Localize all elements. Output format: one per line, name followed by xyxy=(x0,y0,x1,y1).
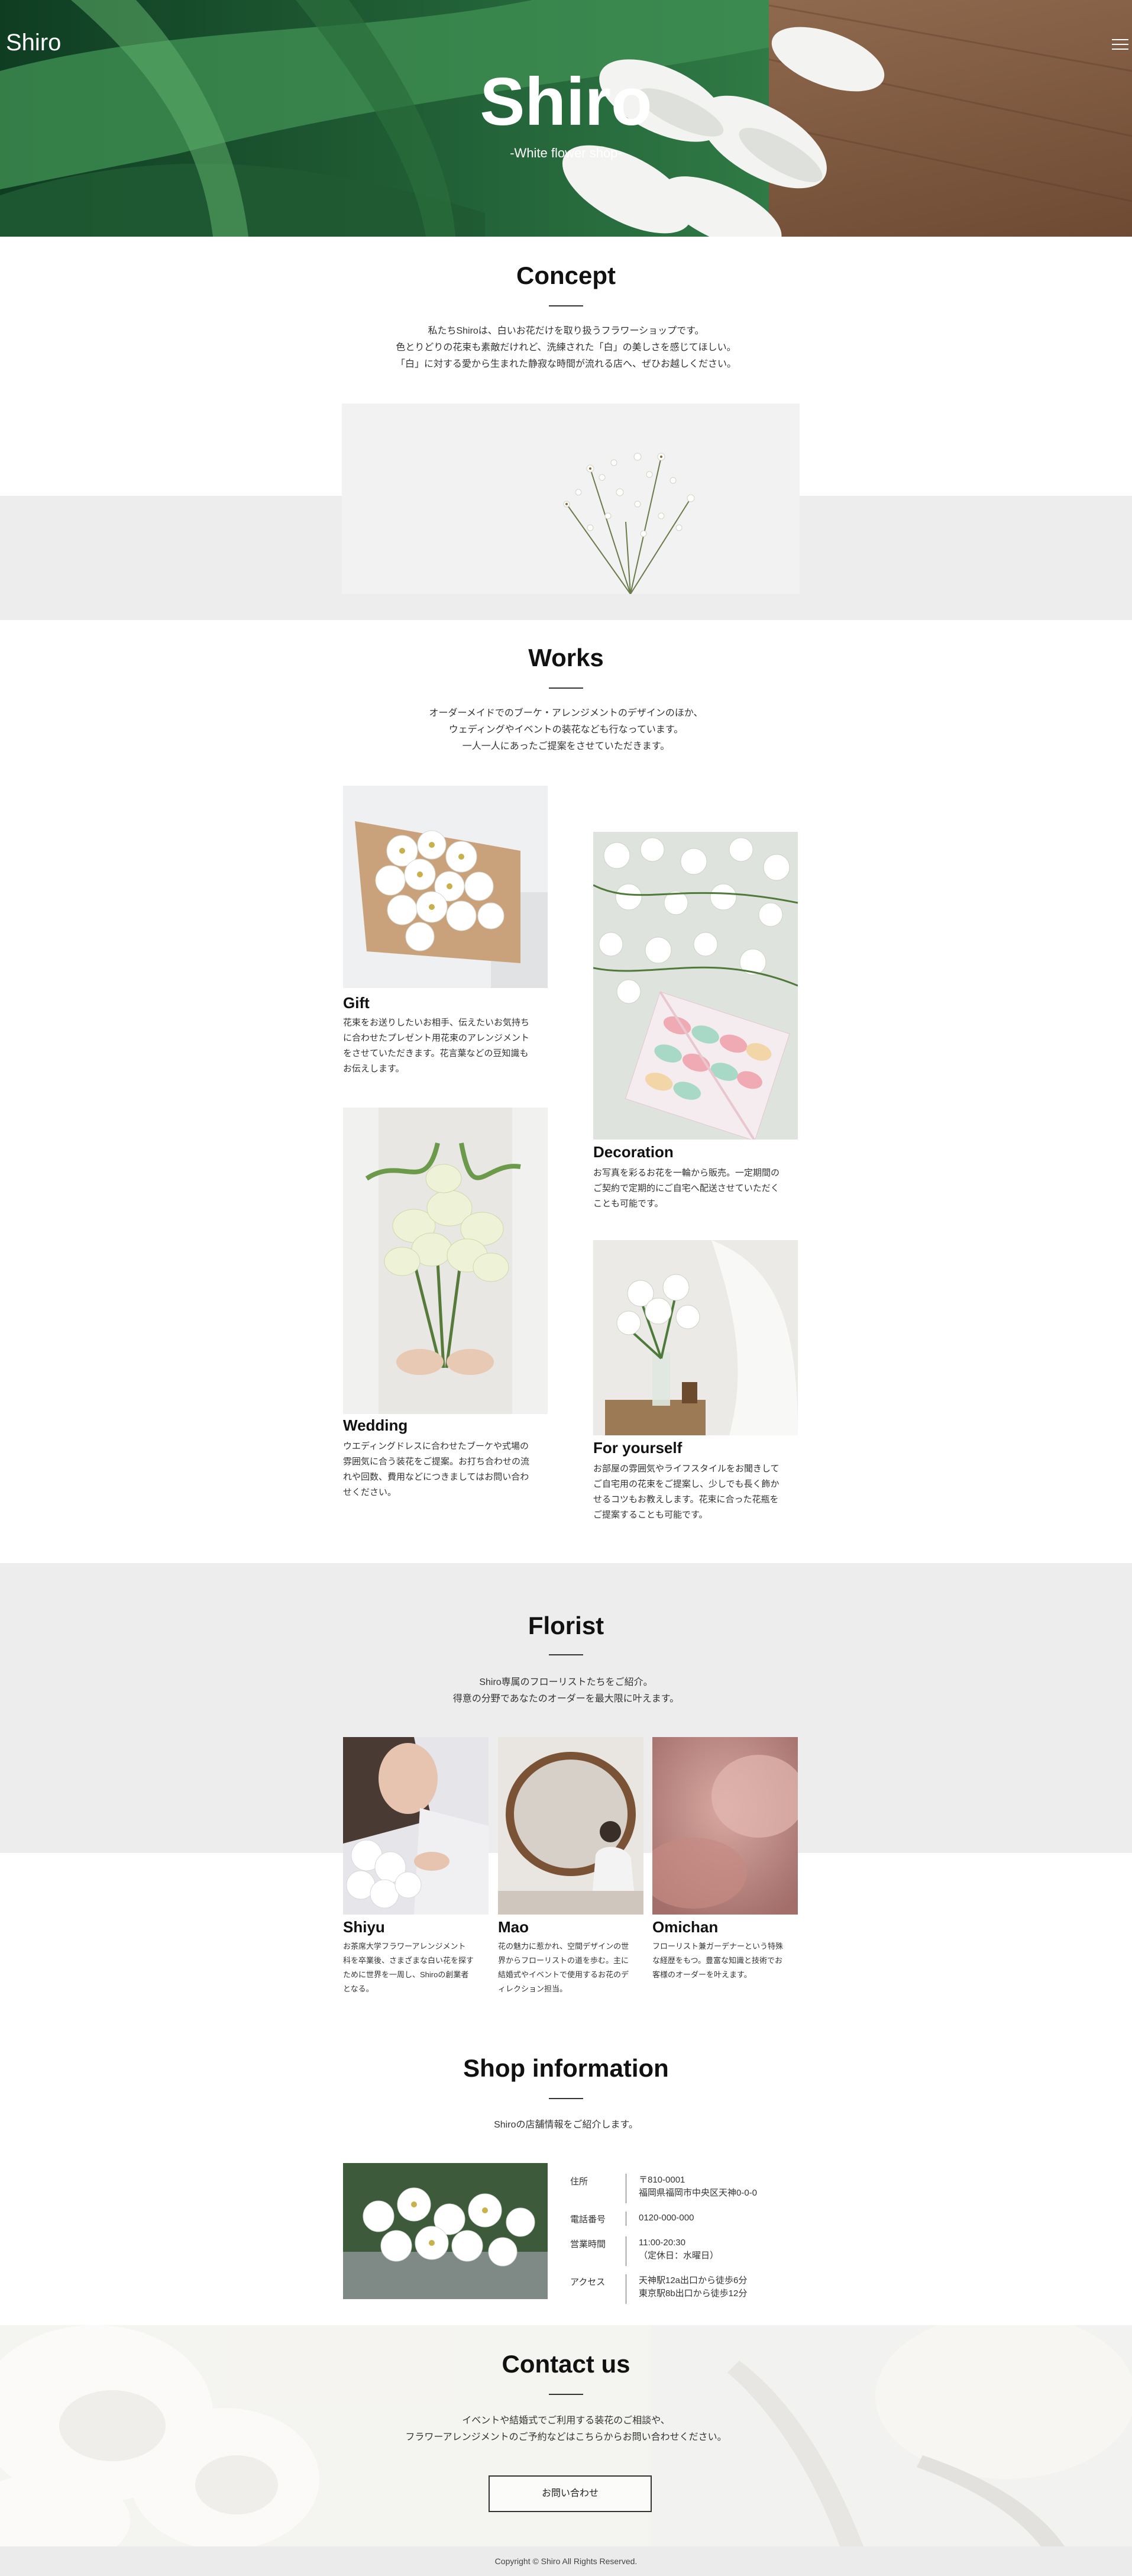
contact-divider xyxy=(549,2394,583,2395)
concept-line: 色とりどりの花束も素敵だけれど、洗練された「白」の美しさを感じてほしい。 xyxy=(396,343,736,353)
copyright-text: Copyright © Shiro All Rights Reserved. xyxy=(494,2556,638,2566)
works-line: ウェディングやイベントの装花なども行なっています。 xyxy=(448,725,684,735)
shop-intro: Shiroの店舗情報をご紹介します。 xyxy=(494,2120,638,2130)
footer: Copyright © Shiro All Rights Reserved. xyxy=(0,2546,1132,2576)
shop-title: Shop information xyxy=(463,2054,669,2082)
shop-image xyxy=(343,2163,548,2299)
florist-bio-line: 客様のオーダーを叶えます。 xyxy=(652,1970,752,1979)
work-title-wedding: Wedding xyxy=(343,1416,408,1434)
hero: Shiro Shiro -White flower shop- xyxy=(0,0,1132,237)
florist-bio-line: な経歴をもつ。豊富な知識と技術でお xyxy=(652,1956,782,1965)
info-value-line: 〒810-0001 xyxy=(639,2175,685,2185)
work-text-line: お写真を彩るお花を一輪から販売。一定期間の xyxy=(593,1168,780,1178)
info-value-line: （定休日：水曜日） xyxy=(639,2251,719,2261)
for-yourself-image xyxy=(593,1240,798,1435)
work-text-line: せるコツもお教えします。花束に合った花瓶を xyxy=(593,1494,779,1505)
info-label-phone: 電話番号 xyxy=(570,2215,606,2225)
work-text-line: ご提案することも可能です。 xyxy=(593,1510,708,1520)
work-text-line: れや回数、費用などにつきましてはお問い合わ xyxy=(343,1472,529,1482)
florist-bio-line: ために世界を一周し、Shiroの創業者 xyxy=(343,1970,469,1979)
info-value-line: 天神駅12a出口から徒歩6分 xyxy=(639,2275,748,2286)
work-text-decoration: お写真を彩るお花を一輪から販売。一定期間の ご契約で定期的にご自宅へ配送させてい… xyxy=(593,1166,780,1212)
contact-text: イベントや結婚式でご利用する装花のご相談や、 フラワーアレンジメントのご予約など… xyxy=(0,2413,1132,2446)
work-text-line: に合わせたプレゼント用花束のアレンジメント xyxy=(343,1033,530,1043)
works-line: 一人一人にあったご提案をさせていただきます。 xyxy=(462,741,670,751)
work-text-line: ウエディングドレスに合わせたブーケや式場の xyxy=(343,1441,529,1451)
florist-bio-line: 科を卒業後、さまざまな白い花を探す xyxy=(343,1956,474,1965)
florist-text: Shiro専属のフローリストたちをご紹介。 得意の分野であなたのオーダーを最大限… xyxy=(0,1674,1132,1707)
florist-name-omichan: Omichan xyxy=(652,1918,719,1936)
work-text-line: せください。 xyxy=(343,1487,397,1497)
florist-bio-mao: 花の魅力に惹かれ、空間デザインの世 界からフローリストの道を歩む。主に 結婚式や… xyxy=(498,1939,629,1996)
concept-text: 私たちShiroは、白いお花だけを取り扱うフラワーショップです。 色とりどりの花… xyxy=(0,323,1132,373)
work-text-line: ご契約で定期的にご自宅へ配送させていただく xyxy=(593,1183,780,1193)
florist-line: Shiro専属のフローリストたちをご紹介。 xyxy=(479,1677,653,1687)
florist-bio-line: 花の魅力に惹かれ、空間デザインの世 xyxy=(498,1942,629,1951)
contact-line: フラワーアレンジメントのご予約などはこちらからお問い合わせください。 xyxy=(405,2432,727,2442)
work-title-for-yourself: For yourself xyxy=(593,1439,683,1457)
contact-line: イベントや結婚式でご利用する装花のご相談や、 xyxy=(462,2416,670,2426)
work-text-line: 花束をお送りしたいお相手、伝えたいお気持ち xyxy=(343,1018,530,1028)
florist-bio-line: お茶席大学フラワーアレンジメント xyxy=(343,1942,466,1951)
concept-line: 私たちShiroは、白いお花だけを取り扱うフラワーショップです。 xyxy=(428,326,704,336)
concept-image xyxy=(342,403,800,594)
concept-line: 「白」に対する愛から生まれた静寂な時間が流れる店へ、ぜひお越しください。 xyxy=(395,359,736,369)
florist-name-mao: Mao xyxy=(498,1918,529,1936)
works-title: Works xyxy=(528,644,604,672)
florist-bio-omichan: フローリスト兼ガーデナーという特殊 な経歴をもつ。豊富な知識と技術でお 客様のオ… xyxy=(652,1939,783,1982)
florist-bio-line: となる。 xyxy=(343,1984,374,1993)
info-value-address: 〒810-0001 福岡県福岡市中央区天神0-0-0 xyxy=(639,2174,757,2200)
work-text-gift: 花束をお送りしたいお相手、伝えたいお気持ち に合わせたプレゼント用花束のアレンジ… xyxy=(343,1015,529,1077)
decoration-image xyxy=(593,832,798,1139)
work-text-line: ご自宅用の花束をご提案し、少しでも長く飾か xyxy=(593,1479,780,1489)
logo[interactable]: Shiro xyxy=(6,30,61,56)
contact-title: Contact us xyxy=(502,2350,630,2378)
hero-subtitle: -White flower shop- xyxy=(510,146,622,160)
florist-bio-line: 結婚式やイベントで使用するお花のデ xyxy=(498,1970,629,1979)
concept-title: Concept xyxy=(516,262,616,289)
info-value-line: 東京駅8b出口から徒歩12分 xyxy=(639,2288,748,2299)
florist-divider xyxy=(549,1654,583,1655)
works-text: オーダーメイドでのブーケ・アレンジメントのデザインのほか、 ウェディングやイベン… xyxy=(0,705,1132,755)
gift-image xyxy=(343,786,548,988)
work-text-line: をさせていただきます。花言葉などの豆知識も xyxy=(343,1048,529,1058)
work-text-wedding: ウエディングドレスに合わせたブーケや式場の 雰囲気に合う装花をご提案。お打ち合わ… xyxy=(343,1439,529,1500)
info-value-line: 福岡県福岡市中央区天神0-0-0 xyxy=(639,2188,758,2198)
florist-photo-shiyu xyxy=(343,1737,489,1915)
florist-line: 得意の分野であなたのオーダーを最大限に叶えます。 xyxy=(452,1694,680,1704)
work-title-gift: Gift xyxy=(343,994,370,1012)
info-value-phone: 0120-000-000 xyxy=(639,2212,694,2225)
florist-photo-omichan xyxy=(652,1737,798,1915)
work-text-line: 雰囲気に合う装花をご提案。お打ち合わせの流 xyxy=(343,1457,530,1467)
info-label-access: アクセス xyxy=(570,2277,606,2287)
hamburger-menu-icon[interactable] xyxy=(1112,38,1128,51)
info-value-hours: 11:00-20:30 （定休日：水曜日） xyxy=(639,2236,719,2262)
contact-button[interactable]: お問い合わせ xyxy=(489,2475,652,2512)
concept-divider xyxy=(549,305,583,306)
info-label-hours: 営業時間 xyxy=(570,2239,606,2249)
florist-bio-line: 界からフローリストの道を歩む。主に xyxy=(498,1956,629,1965)
hero-title: Shiro xyxy=(480,64,652,140)
info-value-line: 11:00-20:30 xyxy=(639,2238,685,2248)
florist-bio-line: フローリスト兼ガーデナーという特殊 xyxy=(652,1942,784,1951)
work-text-line: ことも可能です。 xyxy=(593,1199,664,1209)
work-text-for-yourself: お部屋の雰囲気やライフスタイルをお聞きして ご自宅用の花束をご提案し、少しでも長… xyxy=(593,1461,780,1523)
florist-name-shiyu: Shiyu xyxy=(343,1918,385,1936)
works-line: オーダーメイドでのブーケ・アレンジメントのデザインのほか、 xyxy=(429,708,703,718)
works-divider xyxy=(549,687,583,689)
florist-bio-shiyu: お茶席大学フラワーアレンジメント 科を卒業後、さまざまな白い花を探す ために世界… xyxy=(343,1939,474,1996)
work-text-line: お伝えします。 xyxy=(343,1064,405,1074)
work-text-line: お部屋の雰囲気やライフスタイルをお聞きして xyxy=(593,1464,780,1474)
florist-bio-line: ィレクション担当。 xyxy=(498,1984,568,1993)
wedding-image xyxy=(343,1108,548,1414)
contact-button-label: お問い合わせ xyxy=(541,2488,599,2498)
florist-photo-mao xyxy=(498,1737,643,1915)
florist-title: Florist xyxy=(528,1612,604,1639)
shop-divider xyxy=(549,2098,583,2099)
info-value-line: 0120-000-000 xyxy=(639,2213,694,2223)
work-title-decoration: Decoration xyxy=(593,1143,674,1161)
info-label-address: 住所 xyxy=(570,2177,588,2187)
info-value-access: 天神駅12a出口から徒歩6分 東京駅8b出口から徒歩12分 xyxy=(639,2274,747,2300)
